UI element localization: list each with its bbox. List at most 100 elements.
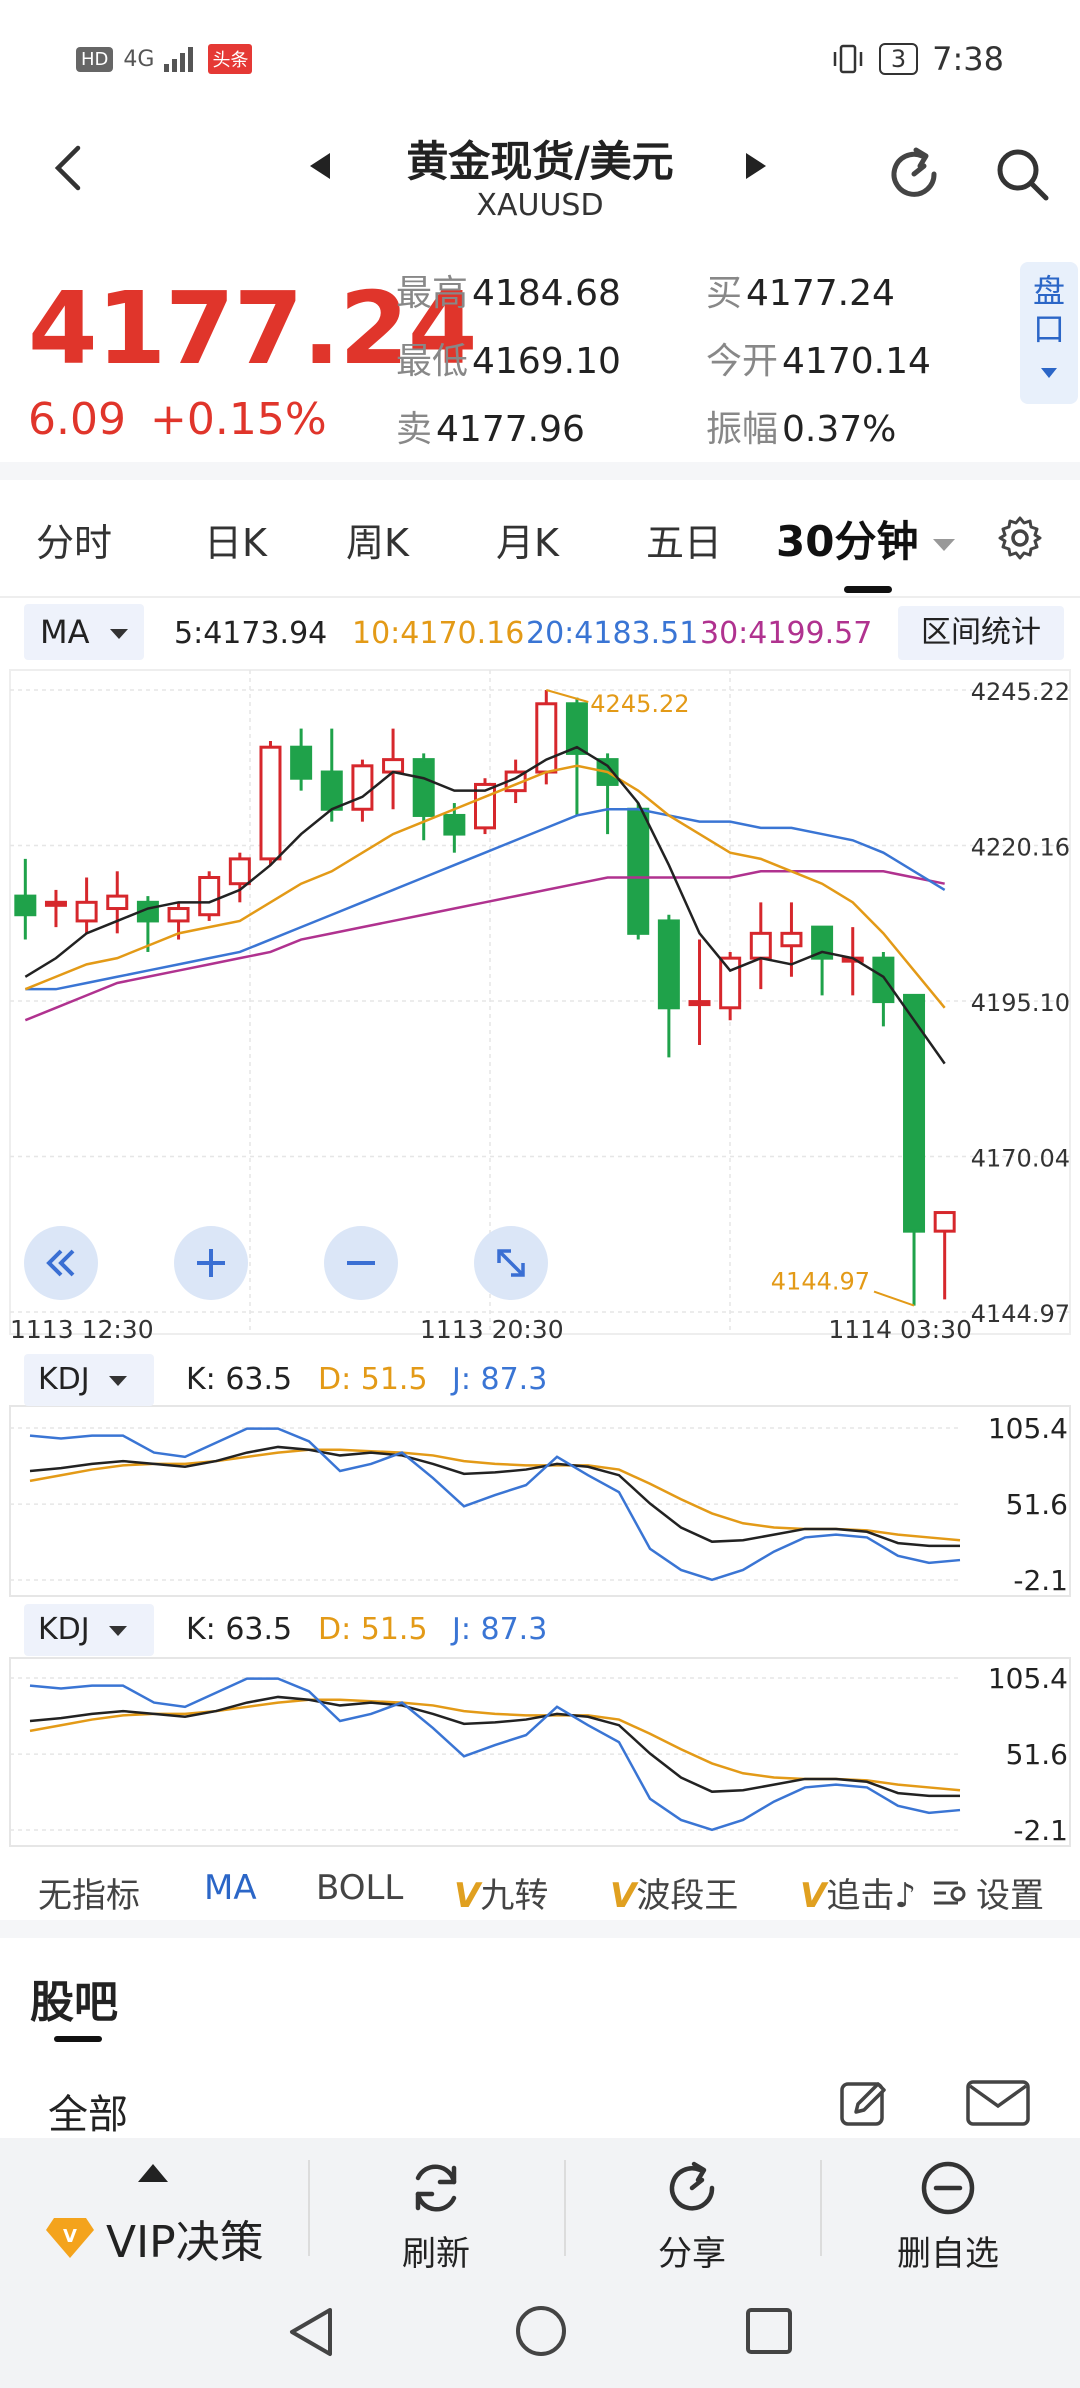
settings-list-icon (934, 1881, 966, 1904)
candle-body (44, 900, 67, 907)
price-change-pct: +0.15% (150, 394, 327, 445)
nav-recents-icon (746, 2308, 792, 2354)
tab-five-day[interactable]: 五日 (646, 512, 722, 567)
forum-filter-all[interactable]: 全部 (48, 2082, 128, 2140)
quote-sell: 卖 4177.96 (396, 400, 585, 452)
quote-high-label: 最高 (396, 273, 469, 314)
share-button[interactable]: 分享 (592, 2226, 792, 2275)
kdj-selector-1[interactable]: KDJ (24, 1354, 154, 1406)
y-tick-label: 4220.16 (971, 833, 1070, 861)
indicator-chase[interactable]: V追击♪ (800, 1868, 930, 1917)
candle-body (443, 813, 466, 836)
ma-selector[interactable]: MA (24, 604, 144, 660)
refresh-button-bottom[interactable]: 刷新 (336, 2226, 536, 2275)
x-axis-label: 1113 20:30 (420, 1315, 564, 1344)
tab-intraday[interactable]: 分时 (36, 512, 112, 567)
candle-body (198, 875, 221, 917)
gear-icon (998, 516, 1042, 560)
y-tick-label: 4195.10 (971, 989, 1070, 1017)
kdj-selector-label: KDJ (38, 1362, 90, 1397)
y-tick-label: 4144.97 (971, 1300, 1070, 1328)
refresh-button[interactable] (884, 144, 944, 208)
triangle-right-icon (746, 153, 766, 179)
caret-down-icon (109, 629, 128, 639)
quote-open: 今开 4170.14 (706, 332, 931, 384)
kdj-selector-2[interactable]: KDJ (24, 1604, 154, 1656)
share-icon (669, 2161, 715, 2211)
share-icon-wrap[interactable] (662, 2158, 722, 2222)
kdj-k-value: K: 63.5 (186, 1362, 293, 1397)
ma-selector-label: MA (40, 613, 90, 651)
candle-body (320, 770, 343, 811)
news-app-badge: 头条 (208, 44, 253, 74)
range-stats-button[interactable]: 区间统计 (898, 606, 1064, 660)
indicator-nine-turn[interactable]: V九转 (454, 1868, 548, 1917)
indicator-settings-label: 设置 (976, 1876, 1044, 1916)
candle-body (259, 745, 282, 861)
zoom-out-button[interactable] (324, 1226, 398, 1300)
candle-body (872, 956, 895, 1004)
refresh-quote-icon-wrap[interactable] (406, 2158, 466, 2222)
candle-body (688, 1000, 711, 1007)
kdj-d-value: D: 51.5 (318, 1612, 428, 1647)
status-left: HD 4G 头条 (76, 44, 253, 74)
indicator-wave-king[interactable]: V波段王 (610, 1868, 738, 1917)
kdj-selector-label: KDJ (38, 1612, 90, 1647)
quote-buy-label: 买 (706, 273, 743, 314)
quote-open-value: 4170.14 (782, 341, 931, 382)
tab-30min[interactable]: 30分钟 (776, 508, 956, 569)
divider (820, 2160, 822, 2256)
expand-vip-button[interactable] (138, 2164, 168, 2186)
nav-back-button[interactable] (286, 2304, 336, 2364)
order-book-button[interactable]: 盘口 (1020, 262, 1078, 404)
tab-weekly-k[interactable]: 周K (346, 512, 409, 567)
remove-watchlist-button[interactable]: 删自选 (848, 2226, 1048, 2275)
chart-settings-button[interactable] (996, 514, 1044, 566)
indicator-settings[interactable]: 设置 (932, 1868, 1044, 1917)
signal-indicator: 4G (123, 46, 155, 72)
divider (0, 462, 1080, 480)
indicator-boll[interactable]: BOLL (316, 1868, 403, 1908)
nav-recents-button[interactable] (744, 2306, 794, 2360)
candle-body (351, 764, 374, 811)
status-time: 7:38 (932, 40, 1004, 78)
tab-monthly-k[interactable]: 月K (496, 512, 559, 567)
fullscreen-button[interactable] (474, 1226, 548, 1300)
quote-amplitude: 振幅 0.37% (706, 400, 896, 452)
vip-decision-button[interactable]: V VIP决策 (44, 2206, 264, 2270)
divider (564, 2160, 566, 2256)
forum-tab-indicator (54, 2036, 102, 2042)
tab-daily-k[interactable]: 日K (204, 512, 267, 567)
indicator-none[interactable]: 无指标 (38, 1868, 140, 1917)
candle-body (228, 857, 251, 886)
zoom-in-button[interactable] (174, 1226, 248, 1300)
svg-text:V: V (63, 2226, 77, 2247)
kdj-tick-label: 105.4 (988, 1662, 1068, 1695)
vip-v-icon: V (454, 1876, 481, 1916)
quote-amplitude-value: 0.37% (782, 409, 897, 450)
ma30-line (24, 870, 945, 1022)
compose-post-button[interactable] (838, 2076, 892, 2134)
quote-buy: 买 4177.24 (706, 264, 895, 316)
search-icon (997, 149, 1049, 201)
forum-title[interactable]: 股吧 (30, 1966, 118, 2030)
quote-sell-value: 4177.96 (436, 409, 585, 450)
kdj-tick-label: 51.6 (1006, 1738, 1068, 1771)
nav-home-button[interactable] (514, 2304, 568, 2362)
divider (0, 1920, 1080, 1938)
y-tick-label: 4170.04 (971, 1144, 1070, 1172)
search-button[interactable] (992, 144, 1052, 208)
expand-icon (497, 1249, 525, 1277)
quote-low-label: 最低 (396, 341, 469, 382)
candle-body (627, 807, 650, 935)
vip-v-icon: V (800, 1876, 827, 1916)
indicator-ma[interactable]: MA (204, 1868, 257, 1908)
quote-high-value: 4184.68 (472, 273, 621, 314)
messages-button[interactable] (966, 2080, 1030, 2130)
hd-badge: HD (76, 46, 114, 72)
remove-watchlist-icon-wrap[interactable] (918, 2158, 978, 2222)
indicator-chase-label: 追击♪ (826, 1876, 917, 1916)
next-symbol-button[interactable] (744, 150, 768, 190)
minus-icon (347, 1261, 375, 1265)
collapse-button[interactable] (24, 1226, 98, 1300)
